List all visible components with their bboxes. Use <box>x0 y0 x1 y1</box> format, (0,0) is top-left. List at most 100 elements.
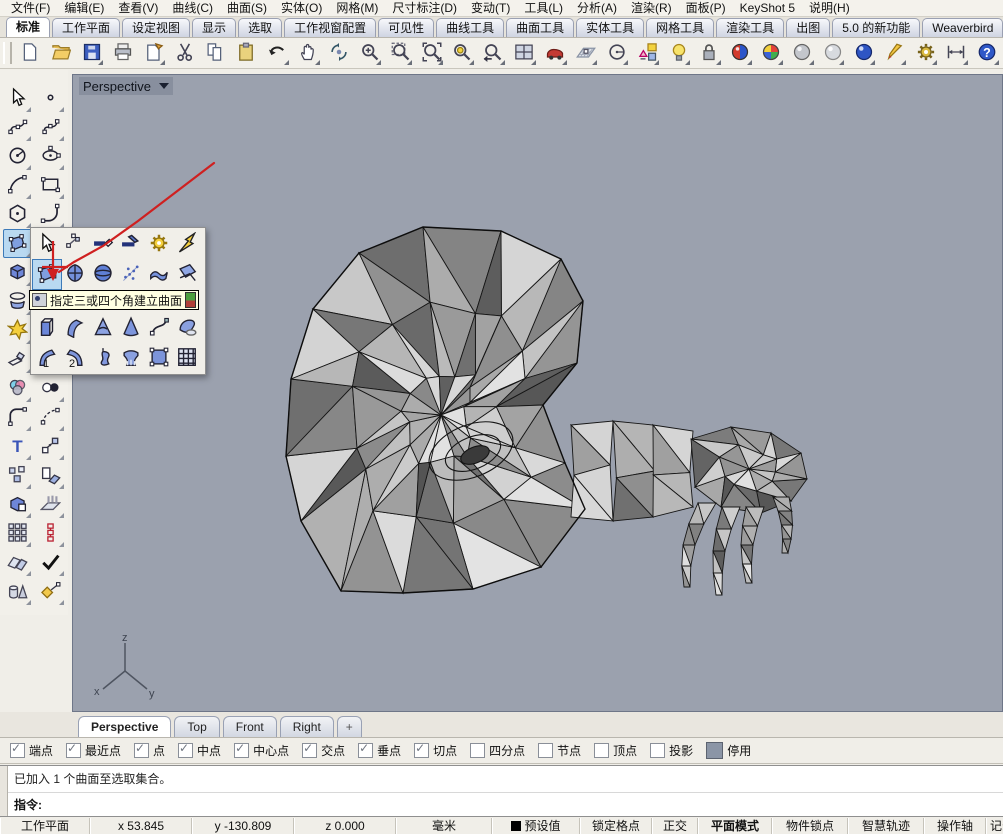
status-1[interactable]: 工作平面 <box>0 818 90 834</box>
extrude-along-curve-button[interactable] <box>61 314 89 343</box>
menu-14[interactable]: KeyShot 5 <box>733 0 802 16</box>
copy-to-plane-button[interactable] <box>36 461 65 490</box>
toolbar-tab-8[interactable]: 曲线工具 <box>436 18 504 37</box>
toolbar-tab-3[interactable]: 设定视图 <box>122 18 190 37</box>
cut-plane-button[interactable] <box>117 230 145 259</box>
osnap-disable-swatch[interactable] <box>706 742 723 759</box>
osnap-checkbox-7[interactable] <box>358 743 373 758</box>
pan-button[interactable] <box>295 39 322 67</box>
zoom-extents-button[interactable] <box>418 39 445 67</box>
surface-revolve-button[interactable] <box>3 287 32 316</box>
menu-13[interactable]: 面板(P) <box>679 0 733 16</box>
toolbar-tab-5[interactable]: 选取 <box>238 18 282 37</box>
rectangle-button[interactable] <box>36 171 65 200</box>
menu-8[interactable]: 尺寸标注(D) <box>385 0 464 16</box>
toolbar-tab-10[interactable]: 实体工具 <box>576 18 644 37</box>
pointer-button[interactable] <box>3 84 32 113</box>
revolve-button[interactable] <box>89 344 117 373</box>
sphere-button[interactable] <box>89 260 117 289</box>
blend-colors-button[interactable] <box>3 374 32 403</box>
surface-corner-points-button[interactable] <box>33 260 61 289</box>
ellipse-button[interactable] <box>36 142 65 171</box>
gear-sparkle-button[interactable] <box>145 230 173 259</box>
extrude-straight-button[interactable] <box>33 314 61 343</box>
curve-handles-button[interactable] <box>145 314 173 343</box>
toolbar-tab-1[interactable]: 标准 <box>6 17 50 37</box>
surface-corner-points-button[interactable] <box>3 229 32 258</box>
heightfield-button[interactable] <box>173 344 201 373</box>
curve-through-points-button[interactable] <box>36 113 65 142</box>
menu-3[interactable]: 查看(V) <box>111 0 165 16</box>
menu-7[interactable]: 网格(M) <box>329 0 385 16</box>
menu-2[interactable]: 编辑(E) <box>57 0 111 16</box>
rail-revolve-button[interactable] <box>117 344 145 373</box>
status-8[interactable]: 正交 <box>652 818 698 834</box>
viewport-title-menu[interactable]: Perspective <box>79 77 173 95</box>
status-11[interactable]: 智慧轨迹 <box>848 818 924 834</box>
object-visibility-button[interactable] <box>665 39 692 67</box>
rendered-viewport-button[interactable] <box>850 39 877 67</box>
surface-edge-curves-button[interactable] <box>173 260 201 289</box>
check-button[interactable] <box>36 548 65 577</box>
flash-button[interactable] <box>173 230 201 259</box>
save-button[interactable] <box>79 39 106 67</box>
circle-button[interactable] <box>3 142 32 171</box>
pointer-button[interactable] <box>33 230 61 259</box>
plane-3pt-button[interactable] <box>89 230 117 259</box>
osnap-checkbox-12[interactable] <box>650 743 665 758</box>
status-6[interactable]: 预设值 <box>492 818 580 834</box>
toolbar-tab-4[interactable]: 显示 <box>192 18 236 37</box>
status-12[interactable]: 操作轴 <box>924 818 986 834</box>
fillet-curve-button[interactable] <box>3 403 32 432</box>
osnap-checkbox-1[interactable] <box>10 743 25 758</box>
menu-6[interactable]: 实体(O) <box>274 0 329 16</box>
osnap-checkbox-8[interactable] <box>414 743 429 758</box>
viewport-tab-perspective[interactable]: Perspective <box>78 716 171 737</box>
array-linked-button[interactable] <box>36 519 65 548</box>
status-7[interactable]: 锁定格点 <box>580 818 652 834</box>
surface-point-grid-button[interactable] <box>117 260 145 289</box>
planes-button[interactable] <box>3 548 32 577</box>
named-views-button[interactable] <box>542 39 569 67</box>
status-5[interactable]: 毫米 <box>396 818 492 834</box>
menu-11[interactable]: 分析(A) <box>570 0 624 16</box>
menu-15[interactable]: 说明(H) <box>802 0 857 16</box>
menu-5[interactable]: 曲面(S) <box>220 0 274 16</box>
toolbar-tab-14[interactable]: 5.0 的新功能 <box>832 18 920 37</box>
explode-star-button[interactable] <box>3 316 32 345</box>
new-file-button[interactable] <box>17 39 44 67</box>
osnap-checkbox-10[interactable] <box>538 743 553 758</box>
four-viewports-button[interactable] <box>511 39 538 67</box>
text-button[interactable]: T <box>3 432 32 461</box>
toolbar-tab-6[interactable]: 工作视窗配置 <box>284 18 376 37</box>
osnap-checkbox-2[interactable] <box>66 743 81 758</box>
status-10[interactable]: 物件锁点 <box>772 818 848 834</box>
menu-4[interactable]: 曲线(C) <box>165 0 220 16</box>
orient-on-surface-button[interactable] <box>36 577 65 606</box>
plane-through-points-button[interactable] <box>145 344 173 373</box>
status-13[interactable]: 记录建构历史 <box>986 818 1003 834</box>
undo-button[interactable] <box>264 39 291 67</box>
lock-objects-button[interactable] <box>696 39 723 67</box>
export-selected-button[interactable] <box>140 39 167 67</box>
surface-network-button[interactable] <box>145 260 173 289</box>
toolbar-tab-12[interactable]: 渲染工具 <box>716 18 784 37</box>
drape-button[interactable] <box>173 314 201 343</box>
print-button[interactable] <box>109 39 136 67</box>
circle-center-button[interactable] <box>603 39 630 67</box>
osnap-checkbox-5[interactable] <box>234 743 249 758</box>
toolbar-tab-13[interactable]: 出图 <box>786 18 830 37</box>
toolbar-tab-11[interactable]: 网格工具 <box>646 18 714 37</box>
command-prompt-input[interactable]: 指令: <box>8 793 1003 817</box>
zoom-window-button[interactable] <box>387 39 414 67</box>
extrude-to-point-button[interactable] <box>117 314 145 343</box>
zoom-dynamic-button[interactable] <box>356 39 383 67</box>
control-point-curve-button[interactable] <box>3 113 32 142</box>
command-gutter[interactable] <box>0 766 8 816</box>
osnap-checkbox-11[interactable] <box>594 743 609 758</box>
help-button[interactable]: ? <box>974 39 1001 67</box>
circles-toggle-button[interactable] <box>36 374 65 403</box>
copy-button[interactable] <box>202 39 229 67</box>
cplane-grid-button[interactable] <box>573 39 600 67</box>
osnap-checkbox-9[interactable] <box>470 743 485 758</box>
